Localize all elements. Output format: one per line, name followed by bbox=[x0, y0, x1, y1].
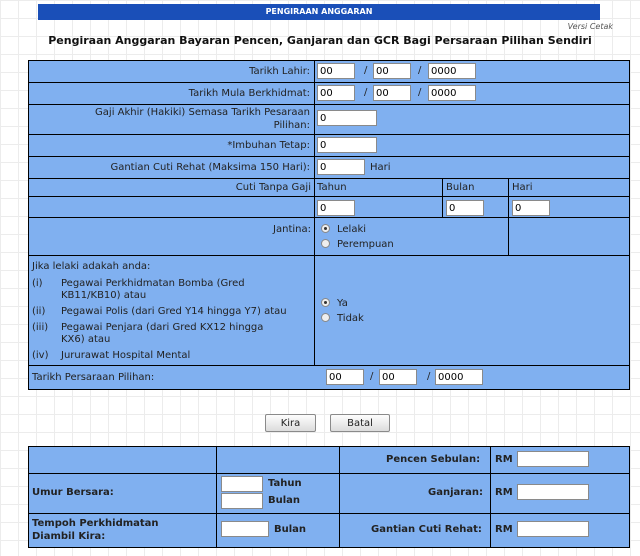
allowance-input[interactable] bbox=[317, 137, 377, 153]
retirement-separator-2: / bbox=[427, 371, 431, 382]
calculate-button[interactable]: Kira bbox=[265, 414, 316, 432]
dob-year-input[interactable] bbox=[428, 63, 476, 79]
dob-day-input[interactable] bbox=[317, 63, 355, 79]
service-months-unit: Bulan bbox=[274, 524, 307, 535]
service-period-label-line1: Tempoh Perkhidmatan bbox=[32, 518, 159, 529]
page-title: Pengiraan Anggaran Bayaran Pencen, Ganja… bbox=[48, 34, 592, 47]
unpaid-leave-years-header: Tahun bbox=[317, 182, 347, 193]
start-separator-2: / bbox=[418, 87, 422, 98]
special-service-yes-radio[interactable] bbox=[321, 298, 330, 307]
leave-replacement-input[interactable] bbox=[317, 159, 365, 175]
unpaid-leave-label: Cuti Tanpa Gaji bbox=[235, 182, 311, 193]
age-months-unit: Bulan bbox=[268, 495, 301, 506]
unpaid-leave-months-header: Bulan bbox=[446, 182, 475, 193]
leave-cash-currency: RM bbox=[495, 524, 513, 535]
cancel-button[interactable]: Batal bbox=[330, 414, 390, 432]
leave-replacement-label: Gantian Cuti Rehat (Maksima 150 Hari): bbox=[110, 162, 310, 173]
gender-label: Jantina: bbox=[273, 224, 311, 235]
leave-cash-output[interactable] bbox=[517, 521, 589, 537]
retirement-month-input[interactable] bbox=[379, 369, 417, 385]
unpaid-leave-days-input[interactable] bbox=[512, 200, 550, 216]
gender-male-label: Lelaki bbox=[337, 224, 367, 235]
service-months-output[interactable] bbox=[221, 521, 269, 537]
age-years-output[interactable] bbox=[221, 476, 263, 492]
gratuity-output[interactable] bbox=[517, 484, 589, 500]
gratuity-label: Ganjaran: bbox=[428, 487, 484, 498]
last-salary-label-line1: Gaji Akhir (Hakiki) Semasa Tarikh Pesara… bbox=[95, 107, 310, 118]
special-service-num-2: (ii) bbox=[32, 306, 46, 317]
dob-separator-1: / bbox=[364, 65, 368, 76]
dob-month-input[interactable] bbox=[373, 63, 411, 79]
last-salary-label-line2: Pilihan: bbox=[273, 120, 310, 131]
special-service-item-1-line2: KB11/KB10) atau bbox=[61, 290, 147, 301]
retirement-day-input[interactable] bbox=[326, 369, 364, 385]
unpaid-leave-months-input[interactable] bbox=[446, 200, 484, 216]
start-date-label: Tarikh Mula Berkhidmat: bbox=[188, 88, 310, 99]
dob-separator-2: / bbox=[418, 65, 422, 76]
age-months-output[interactable] bbox=[221, 493, 263, 509]
special-service-item-4-line1: Jururawat Hospital Mental bbox=[61, 350, 191, 361]
retirement-year-input[interactable] bbox=[435, 369, 483, 385]
header-bar: PENGIRAAN ANGGARAN bbox=[38, 4, 600, 20]
retirement-age-label: Umur Bersara: bbox=[32, 487, 114, 498]
unpaid-leave-years-input[interactable] bbox=[317, 200, 355, 216]
start-year-input[interactable] bbox=[428, 85, 476, 101]
allowance-label: *Imbuhan Tetap: bbox=[227, 140, 310, 151]
special-service-question: Jika lelaki adakah anda: bbox=[32, 261, 151, 272]
special-service-no-label: Tidak bbox=[337, 313, 364, 324]
gender-female-radio[interactable] bbox=[321, 239, 330, 248]
start-separator-1: / bbox=[364, 87, 368, 98]
service-period-label-line2: Diambil Kira: bbox=[32, 531, 106, 542]
leave-cash-label: Gantian Cuti Rehat: bbox=[371, 524, 482, 535]
special-service-item-3-line2: KX6) atau bbox=[61, 334, 111, 345]
special-service-item-3-line1: Pegawai Penjara (dari Gred KX12 hingga bbox=[61, 322, 264, 333]
retirement-separator-1: / bbox=[370, 371, 374, 382]
special-service-num-1: (i) bbox=[32, 278, 43, 289]
gratuity-currency: RM bbox=[495, 487, 513, 498]
monthly-pension-currency: RM bbox=[495, 454, 513, 465]
age-years-unit: Tahun bbox=[268, 478, 302, 489]
unpaid-leave-days-header: Hari bbox=[512, 182, 533, 193]
start-month-input[interactable] bbox=[373, 85, 411, 101]
special-service-yes-label: Ya bbox=[337, 298, 348, 309]
print-version-link[interactable]: Versi Cetak bbox=[568, 22, 613, 31]
gender-female-label: Perempuan bbox=[337, 239, 394, 250]
special-service-no-radio[interactable] bbox=[321, 313, 330, 322]
special-service-item-2-line1: Pegawai Polis (dari Gred Y14 hingga Y7) … bbox=[61, 306, 287, 317]
leave-replacement-unit: Hari bbox=[370, 162, 391, 173]
last-salary-input[interactable] bbox=[317, 110, 377, 126]
special-service-num-4: (iv) bbox=[32, 350, 49, 361]
monthly-pension-label: Pencen Sebulan: bbox=[386, 454, 481, 465]
special-service-num-3: (iii) bbox=[32, 322, 49, 333]
gender-male-radio[interactable] bbox=[321, 224, 330, 233]
dob-label: Tarikh Lahir: bbox=[249, 66, 310, 77]
start-day-input[interactable] bbox=[317, 85, 355, 101]
special-service-item-1-line1: Pegawai Perkhidmatan Bomba (Gred bbox=[61, 278, 245, 289]
retirement-date-label: Tarikh Persaraan Pilihan: bbox=[32, 372, 155, 383]
monthly-pension-output[interactable] bbox=[517, 451, 589, 467]
